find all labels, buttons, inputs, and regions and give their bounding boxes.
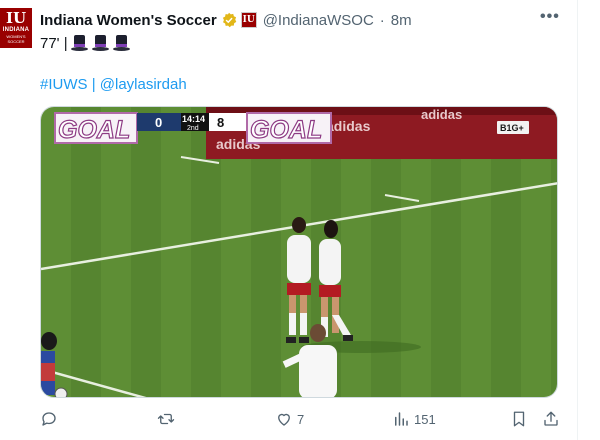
avatar[interactable]: IU INDIANA WOMEN'S SOCCER	[0, 8, 32, 48]
share-icon	[544, 411, 558, 426]
game-clock: 14:14	[182, 114, 205, 124]
heart-icon	[278, 413, 290, 426]
match-video-frame: adidas adidas adidas GOAL 0 14:14 2nd 8 …	[41, 107, 557, 397]
video-media[interactable]: adidas adidas adidas GOAL 0 14:14 2nd 8 …	[40, 106, 558, 398]
mention-link[interactable]: @laylasirdah	[100, 76, 187, 93]
like-count: 7	[297, 411, 305, 427]
top-hat-emoji	[91, 34, 110, 53]
verified-badge-icon[interactable]	[221, 12, 237, 28]
reply-button[interactable]	[40, 410, 62, 428]
board-text: adidas	[326, 118, 371, 134]
views-count: 151	[414, 411, 436, 427]
text-divider: |	[91, 76, 96, 93]
network-logo: B1G+	[500, 123, 524, 133]
dot-separator: ·	[379, 11, 385, 29]
game-period: 2nd	[187, 125, 199, 132]
avatar-line-1: INDIANA	[2, 27, 30, 33]
affiliate-badge-icon[interactable]: IU	[240, 12, 257, 28]
hashtag-link[interactable]: #IUWS	[40, 76, 88, 93]
timeline-border	[577, 0, 578, 440]
bookmark-icon	[513, 411, 525, 427]
views-chart-icon	[395, 412, 408, 426]
reply-icon	[42, 412, 56, 426]
timestamp[interactable]: 8m	[391, 12, 412, 29]
handle[interactable]: @IndianaWSOC	[263, 12, 374, 29]
display-name[interactable]: Indiana Women's Soccer	[40, 12, 217, 29]
repost-icon	[157, 413, 175, 425]
top-hat-emoji	[70, 34, 89, 53]
views-button[interactable]: 151	[392, 410, 436, 428]
goal-graphic-right: GOAL	[250, 116, 322, 144]
avatar-line-3: SOCCER	[7, 39, 25, 44]
goal-graphic-left: GOAL	[58, 116, 130, 144]
like-button[interactable]: 7	[275, 410, 304, 428]
tweet-header: Indiana Women's Soccer IU @IndianaWSOC ·…	[40, 10, 412, 30]
more-options-icon[interactable]: •••	[540, 8, 560, 26]
tweet-text-line-1: 77' |	[40, 34, 131, 53]
iu-logo-icon: IU	[5, 9, 27, 27]
top-hat-emoji	[112, 34, 131, 53]
tweet-actions: 7 151	[0, 410, 600, 432]
minute-text: 77' |	[40, 35, 68, 52]
share-button[interactable]	[542, 410, 560, 428]
bookmark-button[interactable]	[510, 410, 528, 428]
tweet-text-line-2: #IUWS | @laylasirdah	[40, 76, 187, 93]
repost-button[interactable]	[157, 410, 179, 428]
away-score: 0	[155, 115, 162, 130]
board-text: adidas	[421, 107, 462, 122]
home-score: 8	[217, 115, 224, 130]
